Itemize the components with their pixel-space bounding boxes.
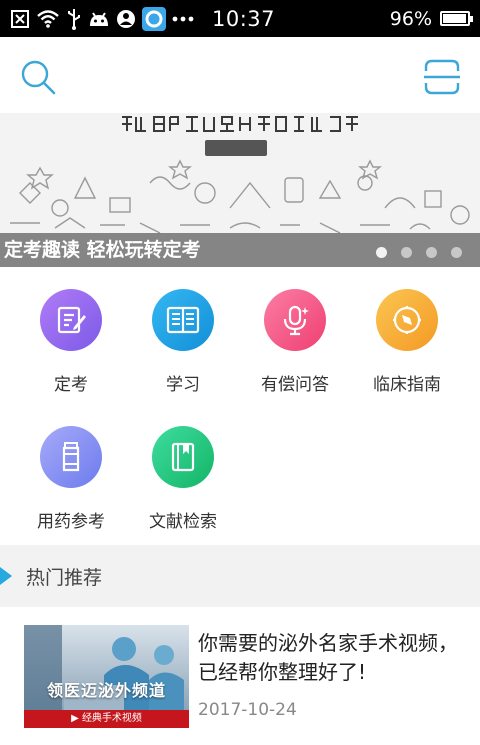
grid-label: 文献检索 bbox=[149, 512, 217, 532]
scan-button[interactable] bbox=[422, 57, 462, 97]
section-header: 热门推荐 bbox=[0, 545, 480, 607]
grid-label: 用药参考 bbox=[37, 512, 105, 532]
article-card[interactable]: 领医迈泌外频道 ▶ 经典手术视频 你需要的泌外名家手术视频，已经帮你整理好了! … bbox=[0, 607, 480, 745]
grid-label: 临床指南 bbox=[373, 375, 441, 395]
search-icon bbox=[21, 60, 56, 95]
banner-title-art bbox=[122, 116, 358, 132]
thumbnail-caption: 领医迈泌外频道 bbox=[46, 681, 166, 700]
section-title: 热门推荐 bbox=[26, 567, 103, 589]
battery-percent: 96% bbox=[389, 7, 432, 30]
usb-icon bbox=[66, 8, 82, 30]
search-button[interactable] bbox=[18, 57, 58, 97]
wifi-icon bbox=[36, 9, 60, 29]
grid-label: 有偿问答 bbox=[261, 375, 329, 395]
section-marker bbox=[0, 567, 12, 585]
grid-item-youchangwenda[interactable]: 有偿问答 bbox=[235, 267, 355, 395]
banner-illustration bbox=[10, 159, 470, 234]
grid-item-yongyaocankao[interactable]: 用药参考 bbox=[11, 404, 131, 532]
feature-grid: 定考 学习 有偿问答 临床指南 用药参考 文献检索 bbox=[0, 267, 480, 545]
grid-icon-circle bbox=[152, 426, 214, 488]
grid-item-linchuangzhinan[interactable]: 临床指南 bbox=[347, 267, 467, 395]
grid-icon-circle bbox=[264, 289, 326, 351]
close-box-icon bbox=[10, 9, 30, 29]
carousel-dot[interactable] bbox=[426, 247, 437, 258]
scan-icon bbox=[424, 59, 460, 95]
bookmark-book-icon bbox=[171, 442, 195, 472]
grid-label: 定考 bbox=[54, 375, 88, 395]
grid-icon-circle bbox=[152, 289, 214, 351]
banner-carousel[interactable]: 定考趣读 轻松玩转定考 bbox=[0, 113, 480, 267]
carousel-dot[interactable] bbox=[401, 247, 412, 258]
article-thumbnail[interactable]: 领医迈泌外频道 ▶ 经典手术视频 bbox=[24, 625, 189, 728]
edit-note-icon bbox=[57, 306, 86, 334]
article-title[interactable]: 你需要的泌外名家手术视频，已经帮你整理好了! bbox=[198, 629, 464, 687]
top-bar bbox=[0, 37, 480, 113]
carousel-indicator[interactable] bbox=[376, 247, 462, 258]
grid-icon-circle bbox=[376, 289, 438, 351]
android-icon bbox=[88, 10, 110, 28]
battery-icon bbox=[440, 11, 473, 26]
status-bar: 10:37 96% bbox=[0, 0, 480, 37]
compass-icon bbox=[393, 306, 421, 334]
microphone-icon bbox=[283, 305, 309, 336]
app-circle-icon bbox=[142, 6, 166, 31]
thumbnail-bar-text: 经典手术视频 bbox=[81, 713, 142, 724]
thumbnail-bar: ▶ 经典手术视频 bbox=[24, 710, 189, 728]
carousel-dot[interactable] bbox=[451, 247, 462, 258]
grid-item-xuexi[interactable]: 学习 bbox=[123, 267, 243, 395]
status-time: 10:37 bbox=[212, 6, 276, 31]
grid-item-wenxianjiansuo[interactable]: 文献检索 bbox=[123, 404, 243, 532]
grid-icon-circle bbox=[40, 289, 102, 351]
article-date: 2017-10-24 bbox=[198, 700, 297, 720]
video-icon: ▶ bbox=[71, 713, 82, 724]
grid-icon-circle bbox=[40, 426, 102, 488]
more-dots-icon bbox=[172, 16, 194, 22]
grid-label: 学习 bbox=[166, 375, 200, 395]
carousel-dot[interactable] bbox=[376, 247, 387, 258]
person-icon bbox=[116, 9, 136, 29]
book-icon bbox=[166, 306, 200, 334]
grid-item-dingkao[interactable]: 定考 bbox=[11, 267, 131, 395]
medicine-bottle-icon bbox=[62, 442, 80, 472]
